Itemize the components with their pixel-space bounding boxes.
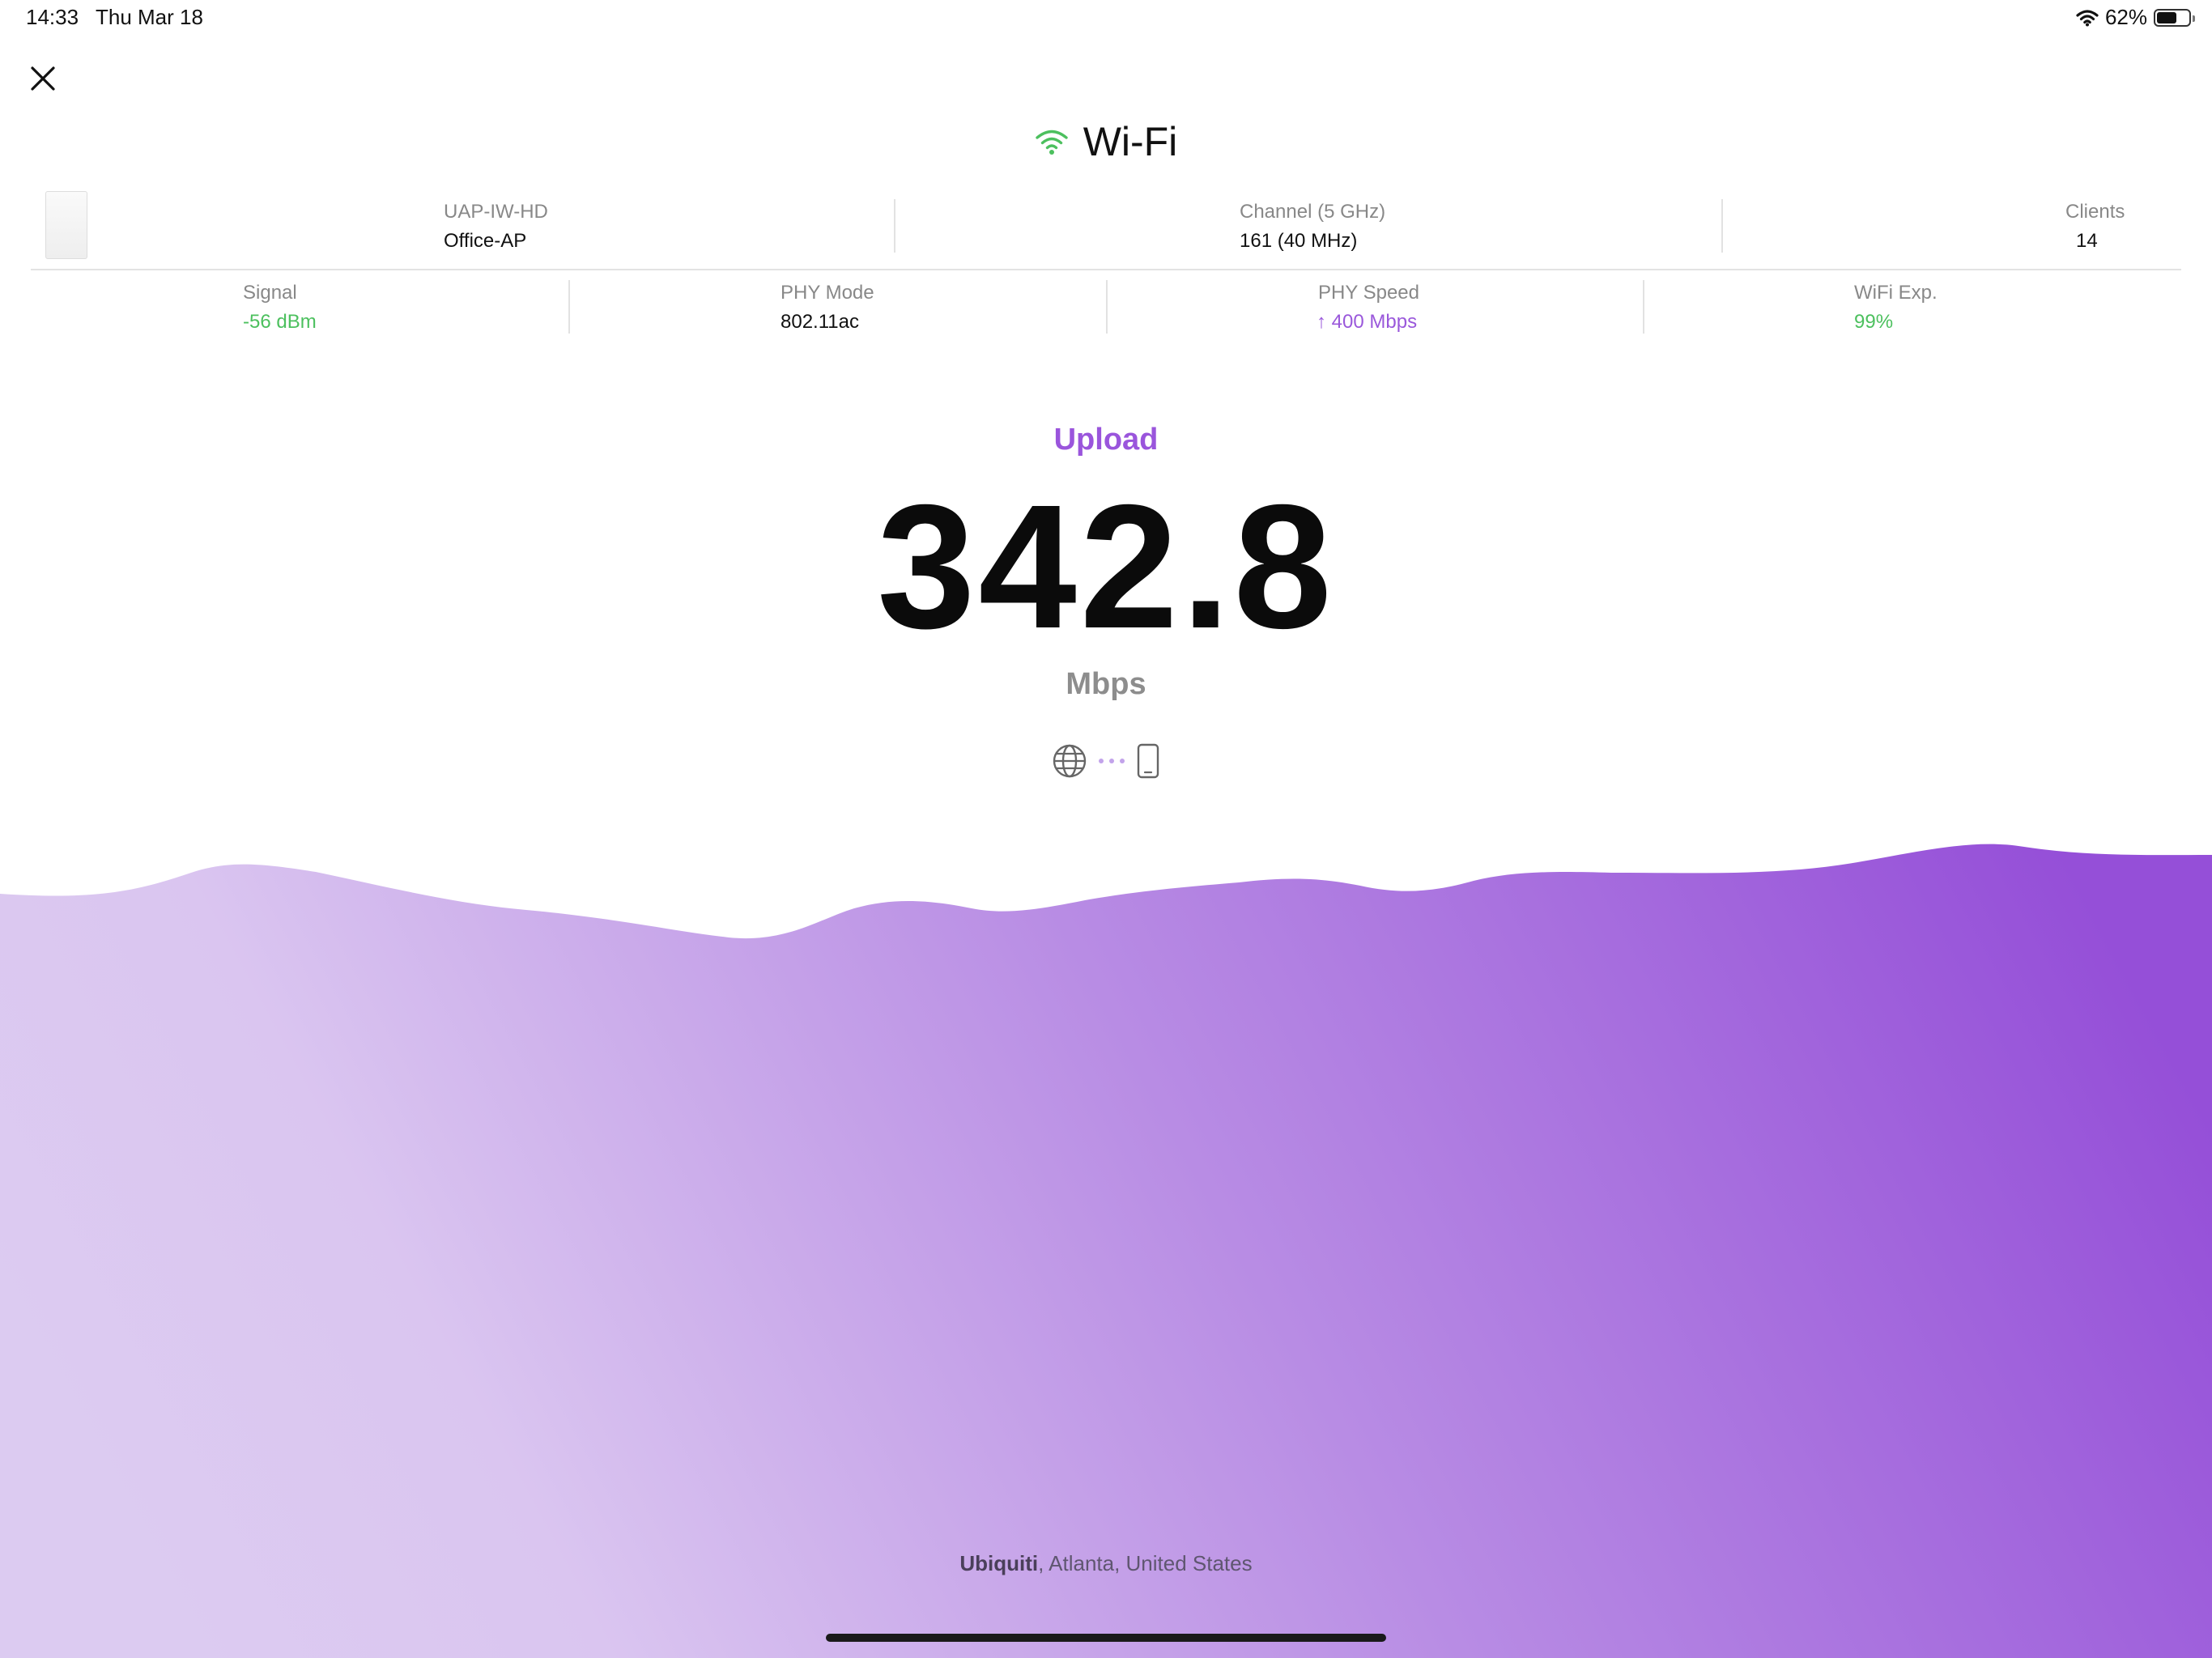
divider (568, 280, 570, 334)
speed-unit: Mbps (1066, 667, 1146, 701)
server-location: , Atlanta, United States (1038, 1551, 1253, 1575)
status-indicators: 62% (2076, 5, 2195, 30)
connection-path (0, 743, 2212, 779)
phy-speed-number: 400 Mbps (1331, 311, 1418, 333)
phone-icon (1137, 743, 1159, 779)
signal-label: Signal (243, 282, 297, 304)
divider (1106, 280, 1108, 334)
channel-label: Channel (5 GHz) (1240, 201, 1386, 223)
wifi-exp-label: WiFi Exp. (1854, 282, 1938, 304)
wifi-icon (1035, 130, 1068, 155)
progress-dots (1099, 759, 1125, 763)
test-phase-label: Upload (1053, 423, 1159, 457)
speed-value: 342.8 (877, 469, 1335, 665)
phy-speed-value: ↑ 400 Mbps (1317, 311, 1417, 334)
signal-value: -56 dBm (243, 311, 317, 333)
wifi-status-icon (2076, 9, 2099, 26)
device-name: Office-AP (444, 230, 527, 252)
status-date: Thu Mar 18 (96, 5, 203, 29)
close-icon (31, 66, 55, 91)
up-arrow-icon: ↑ (1317, 311, 1326, 333)
divider (1721, 199, 1723, 253)
battery-fill (2157, 11, 2176, 23)
page-header: Wi-Fi (0, 118, 2212, 165)
phy-speed-label: PHY Speed (1318, 282, 1419, 304)
row-divider (31, 269, 2181, 270)
clients-value: 14 (2076, 230, 2098, 252)
phy-mode-value: 802.11ac (781, 311, 859, 333)
device-image (45, 191, 87, 259)
divider (1643, 280, 1644, 334)
phy-mode-label: PHY Mode (781, 282, 874, 304)
home-indicator[interactable] (826, 1634, 1386, 1642)
speed-wave-graphic (0, 844, 2212, 1658)
wifi-exp-value: 99% (1854, 311, 1894, 333)
page-title: Wi-Fi (1083, 119, 1178, 164)
device-model: UAP-IW-HD (444, 201, 548, 223)
server-info: Ubiquiti, Atlanta, United States (0, 1551, 2212, 1576)
speed-test-screen: 14:33 Thu Mar 18 62% Wi-Fi UAP-IW-HD Off… (0, 0, 2212, 1658)
server-provider: Ubiquiti (959, 1551, 1039, 1575)
channel-value: 161 (40 MHz) (1240, 230, 1358, 252)
clients-label: Clients (2065, 201, 2125, 223)
battery-percent: 62% (2104, 5, 2147, 29)
globe-icon (1053, 744, 1087, 778)
close-button[interactable] (28, 63, 58, 94)
status-time: 14:33 (26, 5, 79, 29)
battery-icon (2154, 8, 2195, 27)
divider (894, 199, 895, 253)
